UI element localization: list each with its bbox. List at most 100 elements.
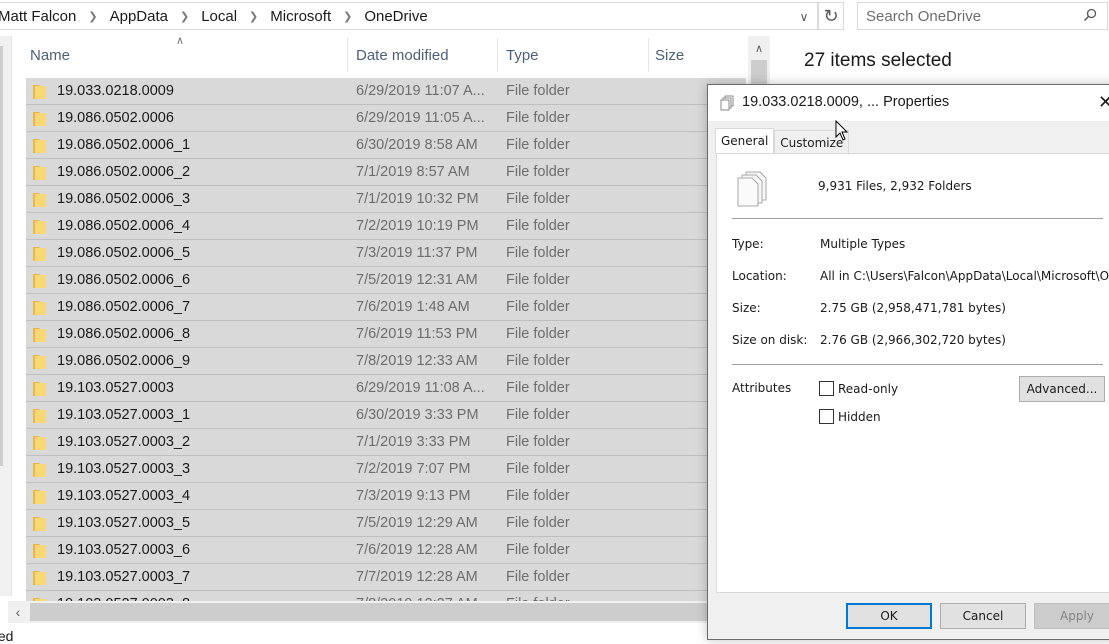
cancel-button[interactable]: Cancel [940,603,1026,629]
search-icon[interactable] [1083,8,1107,25]
close-icon[interactable]: ✕ [1098,92,1109,113]
file-row[interactable]: 19.086.0502.0006_8 7/6/2019 11:53 PM File … [26,321,746,348]
address-bar[interactable]: Matt Falcon ❯ AppData ❯ Local ❯ Microsof… [0,2,818,30]
location-label: Location: [732,269,787,283]
properties-dialog: 19.033.0218.0009, ... Properties ✕ Gener… [707,84,1109,640]
file-date-modified: 6/29/2019 11:08 A... [356,380,485,396]
column-header-type[interactable]: Type [502,36,649,74]
file-row[interactable]: 19.103.0527.0003_6 7/6/2019 12:28 AM File … [26,537,746,564]
scroll-up-arrow-icon[interactable]: ∧ [748,36,770,60]
file-row[interactable]: 19.103.0527.0003_3 7/2/2019 7:07 PM File f… [26,456,746,483]
files-folders-count: 9,931 Files, 2,932 Folders [818,179,972,193]
folder-icon [33,517,46,531]
folder-icon [33,355,46,369]
file-name: 19.086.0502.0006_6 [57,272,191,288]
dialog-title: 19.033.0218.0009, ... Properties [742,94,950,110]
file-name: 19.103.0527.0003_6 [57,542,191,558]
file-date-modified: 7/8/2019 12:33 AM [356,353,478,369]
folder-icon [33,247,46,261]
breadcrumb-separator-icon[interactable]: ❯ [180,10,189,23]
breadcrumb-separator-icon[interactable]: ❯ [343,10,352,23]
dialog-titlebar[interactable]: 19.033.0218.0009, ... Properties ✕ [708,85,1109,121]
folder-icon [33,490,46,504]
file-row[interactable]: 19.103.0527.0003 6/29/2019 11:08 A... File… [26,375,746,402]
file-date-modified: 7/2/2019 7:07 PM [356,461,471,477]
search-input[interactable]: Search OneDrive [857,2,1108,30]
column-header-date-modified[interactable]: Date modified [352,36,498,74]
file-row[interactable]: 19.103.0527.0003_4 7/3/2019 9:13 PM File f… [26,483,746,510]
file-row[interactable]: 19.086.0502.0006_5 7/3/2019 11:37 PM File … [26,240,746,267]
file-list: Name ∧ Date modified Type Size 19.033.02… [26,36,746,602]
sort-ascending-icon: ∧ [176,36,185,47]
file-row[interactable]: 19.103.0527.0003_7 7/7/2019 12:28 AM File … [26,564,746,591]
tab-general[interactable]: General [715,128,775,153]
file-date-modified: 7/5/2019 12:31 AM [356,272,478,288]
chevron-down-icon[interactable]: ∨ [793,5,815,29]
file-type: File folder [506,461,570,477]
file-name: 19.103.0527.0003_7 [57,569,191,585]
hidden-label[interactable]: Hidden [838,410,881,424]
breadcrumb-item-microsoft[interactable]: Microsoft [270,8,331,25]
file-date-modified: 7/7/2019 12:28 AM [356,569,478,585]
file-name: 19.033.0218.0009 [57,83,174,99]
horizontal-scrollbar[interactable]: ‹ [8,601,748,623]
breadcrumb-separator-icon[interactable]: ❯ [88,10,97,23]
folder-icon [33,112,46,126]
column-header-size-label: Size [655,46,685,64]
separator [732,364,1103,365]
ok-button[interactable]: OK [846,603,932,629]
advanced-button[interactable]: Advanced... [1019,376,1105,402]
attributes-label: Attributes [732,381,792,395]
file-row[interactable]: 19.086.0502.0006_1 6/30/2019 8:58 AM File … [26,132,746,159]
file-date-modified: 7/3/2019 9:13 PM [356,488,471,504]
file-row[interactable]: 19.086.0502.0006_4 7/2/2019 10:19 PM File … [26,213,746,240]
file-type: File folder [506,272,570,288]
address-row: Matt Falcon ❯ AppData ❯ Local ❯ Microsof… [0,0,1109,32]
horizontal-scroll-thumb[interactable] [30,603,746,621]
folder-icon [33,193,46,207]
file-row[interactable]: 19.086.0502.0006_6 7/5/2019 12:31 AM File … [26,267,746,294]
column-header-size[interactable]: Size [651,36,746,74]
file-date-modified: 6/30/2019 3:33 PM [356,407,479,423]
folder-icon [33,544,46,558]
breadcrumb-separator-icon[interactable]: ❯ [249,10,258,23]
status-bar-text: ted [0,628,14,644]
breadcrumb-item-user[interactable]: Matt Falcon [0,8,76,25]
file-type: File folder [506,434,570,450]
file-row[interactable]: 19.086.0502.0006_3 7/1/2019 10:32 PM File … [26,186,746,213]
file-name: 19.086.0502.0006_9 [57,353,191,369]
breadcrumb-item-local[interactable]: Local [201,8,237,25]
read-only-checkbox[interactable] [819,381,834,396]
file-row[interactable]: 19.103.0527.0003_2 7/1/2019 3:33 PM File f… [26,429,746,456]
file-row[interactable]: 19.086.0502.0006_9 7/8/2019 12:33 AM File … [26,348,746,375]
refresh-button[interactable]: ↻ [818,2,844,30]
folder-icon [33,436,46,450]
read-only-checkbox-row[interactable]: Read-only [819,381,898,396]
size-value: 2.75 GB (2,958,471,781 bytes) [820,301,1006,315]
navigation-pane-scrollbar[interactable] [0,46,3,466]
file-row[interactable]: 19.086.0502.0006_7 7/6/2019 1:48 AM File f… [26,294,746,321]
file-type: File folder [506,353,570,369]
file-name: 19.103.0527.0003 [57,380,174,396]
scroll-left-arrow-icon[interactable]: ‹ [8,601,28,623]
apply-button[interactable]: Apply [1034,603,1109,629]
breadcrumb-item-appdata[interactable]: AppData [110,8,168,25]
file-row[interactable]: 19.086.0502.0006 6/29/2019 11:05 A... File… [26,105,746,132]
file-row[interactable]: 19.103.0527.0003_5 7/5/2019 12:29 AM File … [26,510,746,537]
breadcrumb-item-onedrive[interactable]: OneDrive [364,8,427,25]
file-row[interactable]: 19.086.0502.0006_2 7/1/2019 8:57 AM File f… [26,159,746,186]
dialog-tabs: General Customize [715,128,850,154]
details-pane-title: 27 items selected [804,50,952,71]
hidden-checkbox-row[interactable]: Hidden [819,409,881,424]
breadcrumb: Matt Falcon ❯ AppData ❯ Local ❯ Microsof… [0,3,428,29]
read-only-label[interactable]: Read-only [838,382,898,396]
column-header-name[interactable]: Name ∧ [26,36,348,74]
file-type: File folder [506,326,570,342]
file-type: File folder [506,110,570,126]
file-name: 19.086.0502.0006_2 [57,164,191,180]
file-row[interactable]: 19.033.0218.0009 6/29/2019 11:07 A... File… [26,78,746,105]
file-date-modified: 7/6/2019 11:53 PM [356,326,478,342]
file-row[interactable]: 19.103.0527.0003_1 6/30/2019 3:33 PM File … [26,402,746,429]
file-type: File folder [506,515,570,531]
hidden-checkbox[interactable] [819,409,834,424]
